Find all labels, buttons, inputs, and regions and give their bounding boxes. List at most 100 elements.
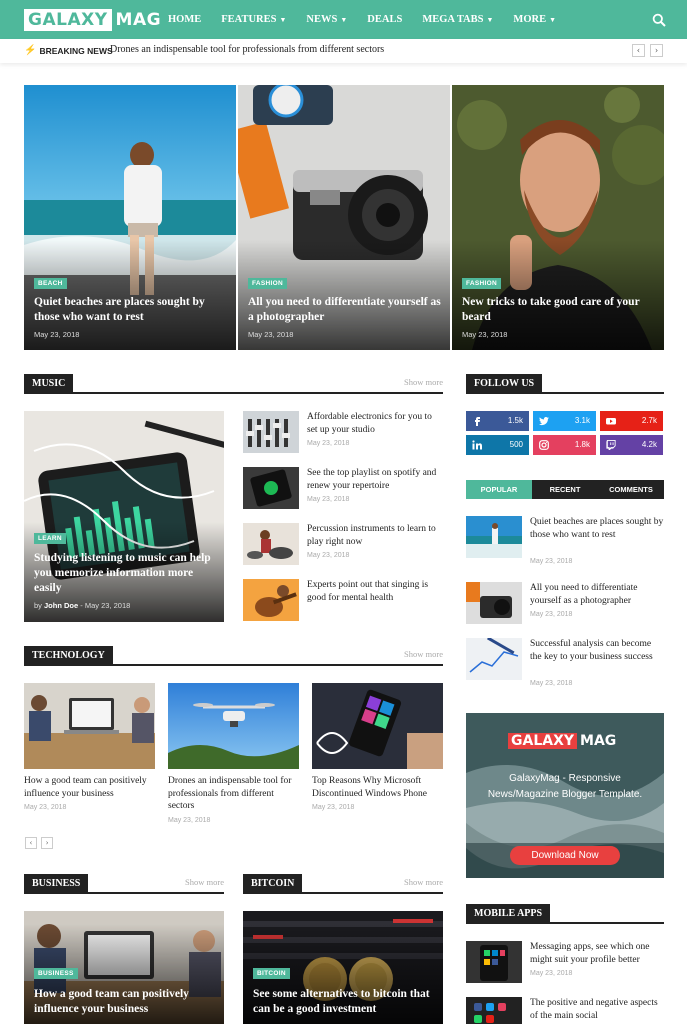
breaking-news-headline[interactable]: Drones an indispensable tool for profess… bbox=[110, 44, 384, 55]
chevron-down-icon: ▼ bbox=[549, 16, 557, 24]
list-item-date: May 23, 2018 bbox=[530, 680, 573, 687]
featured-tag[interactable]: BITCOIN bbox=[253, 968, 290, 979]
logo-part-2: MAG bbox=[115, 10, 162, 30]
tab-recent[interactable]: RECENT bbox=[532, 480, 598, 499]
show-more-link[interactable]: Show more bbox=[404, 377, 443, 387]
chevron-down-icon: ▼ bbox=[279, 16, 287, 24]
show-more-link[interactable]: Show more bbox=[404, 649, 443, 659]
section-title[interactable]: TECHNOLOGY bbox=[24, 646, 113, 666]
list-item-title[interactable]: See the top playlist on spotify and rene… bbox=[307, 467, 443, 492]
section-title: FOLLOW US bbox=[466, 374, 543, 394]
breaking-next-button[interactable]: › bbox=[650, 44, 663, 57]
section-title[interactable]: BUSINESS bbox=[24, 874, 89, 894]
thumbnail-windows-phone bbox=[312, 683, 443, 769]
list-item-title[interactable]: Messaging apps, see which one might suit… bbox=[530, 941, 664, 966]
show-more-link[interactable]: Show more bbox=[404, 877, 443, 887]
thumbnail-team-laptop bbox=[24, 683, 155, 769]
hero-date: May 23, 2018 bbox=[248, 330, 294, 339]
tab-popular[interactable]: POPULAR bbox=[466, 480, 532, 499]
ad-banner[interactable]: GALAXY MAG GalaxyMag - Responsive News/M… bbox=[466, 713, 664, 878]
tech-prev-button[interactable]: ‹ bbox=[25, 837, 37, 849]
nav-item-mega-tabs[interactable]: MEGA TABS ▼ bbox=[412, 0, 503, 39]
list-item-title[interactable]: Affordable electronics for you to set up… bbox=[307, 411, 443, 436]
featured-title[interactable]: See some alternatives to bitcoin that ca… bbox=[253, 987, 433, 1017]
list-item[interactable]: Quiet beaches are places sought by those… bbox=[466, 516, 664, 565]
nav-item-deals[interactable]: DEALS bbox=[357, 0, 412, 39]
section-title[interactable]: BITCOIN bbox=[243, 874, 303, 894]
list-item-title[interactable]: Quiet beaches are places sought by those… bbox=[530, 516, 664, 541]
bolt-icon: ⚡ bbox=[24, 45, 37, 56]
list-item[interactable]: Experts point out that singing is good f… bbox=[243, 579, 443, 623]
hero-card-2[interactable]: FASHION All you need to differentiate yo… bbox=[238, 85, 450, 350]
facebook-icon bbox=[475, 417, 480, 426]
facebook-count: 1.5k bbox=[507, 416, 523, 425]
list-item[interactable]: See the top playlist on spotify and rene… bbox=[243, 467, 443, 511]
list-item[interactable]: Successful analysis can become the key t… bbox=[466, 638, 664, 687]
breaking-prev-button[interactable]: ‹ bbox=[632, 44, 645, 57]
thumbnail-camera bbox=[466, 582, 522, 624]
tech-card[interactable]: Drones an indispensable tool for profess… bbox=[168, 683, 299, 824]
hero-title[interactable]: Quiet beaches are places sought by those… bbox=[34, 295, 229, 325]
business-featured-card[interactable]: BUSINESS How a good team can positively … bbox=[24, 911, 224, 1024]
hero-title[interactable]: All you need to differentiate yourself a… bbox=[248, 295, 443, 325]
bitcoin-featured-card[interactable]: BITCOIN See some alternatives to bitcoin… bbox=[243, 911, 443, 1024]
list-item-title[interactable]: Experts point out that singing is good f… bbox=[307, 579, 443, 604]
instagram-button[interactable]: 1.8k bbox=[533, 435, 596, 455]
featured-title[interactable]: Studying listening to music can help you… bbox=[34, 551, 214, 596]
ad-text: GalaxyMag - Responsive News/Magazine Blo… bbox=[487, 773, 643, 800]
tech-next-button[interactable]: › bbox=[41, 837, 53, 849]
hero-tag[interactable]: FASHION bbox=[248, 278, 287, 289]
site-logo[interactable]: GALAXY MAG bbox=[24, 9, 161, 31]
tech-card[interactable]: How a good team can positively influence… bbox=[24, 683, 155, 811]
hero-tag[interactable]: FASHION bbox=[462, 278, 501, 289]
tech-card-title[interactable]: How a good team can positively influence… bbox=[24, 775, 155, 800]
list-item[interactable]: Messaging apps, see which one might suit… bbox=[466, 941, 664, 985]
logo-part-1: GALAXY bbox=[24, 9, 112, 31]
list-item[interactable]: Percussion instruments to learn to play … bbox=[243, 523, 443, 567]
list-item-title[interactable]: All you need to differentiate yourself a… bbox=[530, 582, 664, 607]
twitch-icon bbox=[606, 440, 616, 450]
twitter-count: 3.1k bbox=[574, 416, 590, 425]
tab-comments[interactable]: COMMENTS bbox=[598, 480, 664, 499]
tech-card-title[interactable]: Top Reasons Why Microsoft Discontinued W… bbox=[312, 775, 443, 800]
nav-item-news[interactable]: NEWS ▼ bbox=[296, 0, 357, 39]
section-title[interactable]: MUSIC bbox=[24, 374, 74, 394]
tech-card[interactable]: Top Reasons Why Microsoft Discontinued W… bbox=[312, 683, 443, 811]
featured-tag[interactable]: BUSINESS bbox=[34, 968, 78, 979]
thumbnail-spotify bbox=[243, 467, 299, 509]
list-item[interactable]: All you need to differentiate yourself a… bbox=[466, 582, 664, 626]
featured-tag[interactable]: LEARN bbox=[34, 533, 66, 544]
popular-tabs: POPULAR RECENT COMMENTS bbox=[466, 480, 664, 499]
linkedin-button[interactable]: 500 bbox=[466, 435, 529, 455]
search-icon[interactable] bbox=[652, 13, 666, 27]
nav-item-home[interactable]: HOME bbox=[158, 0, 211, 39]
hero-card-1[interactable]: BEACH Quiet beaches are places sought by… bbox=[24, 85, 236, 350]
twitch-button[interactable]: 4.2k bbox=[600, 435, 663, 455]
featured-author[interactable]: John Doe bbox=[44, 601, 78, 610]
hero-title[interactable]: New tricks to take good care of your bea… bbox=[462, 295, 657, 325]
list-item[interactable]: The positive and negative aspects of the… bbox=[466, 997, 664, 1024]
list-item-title[interactable]: Successful analysis can become the key t… bbox=[530, 638, 664, 663]
featured-title[interactable]: How a good team can positively influence… bbox=[34, 987, 214, 1017]
twitter-button[interactable]: 3.1k bbox=[533, 411, 596, 431]
hero-tag[interactable]: BEACH bbox=[34, 278, 67, 289]
facebook-button[interactable]: 1.5k bbox=[466, 411, 529, 431]
hero-card-3[interactable]: FASHION New tricks to take good care of … bbox=[452, 85, 664, 350]
list-item-title[interactable]: Percussion instruments to learn to play … bbox=[307, 523, 443, 548]
download-now-button[interactable]: Download Now bbox=[510, 846, 620, 865]
youtube-button[interactable]: 2.7k bbox=[600, 411, 663, 431]
tech-card-title[interactable]: Drones an indispensable tool for profess… bbox=[168, 775, 299, 813]
list-item[interactable]: Affordable electronics for you to set up… bbox=[243, 411, 443, 455]
chevron-down-icon: ▼ bbox=[340, 16, 348, 24]
show-more-link[interactable]: Show more bbox=[185, 877, 224, 887]
twitter-icon bbox=[539, 417, 549, 426]
main-nav: HOME FEATURES ▼ NEWS ▼ DEALS MEGA TABS ▼ MORE ▼ bbox=[158, 0, 566, 39]
list-item-title[interactable]: The positive and negative aspects of the… bbox=[530, 997, 664, 1022]
music-featured-card[interactable]: LEARN Studying listening to music can he… bbox=[24, 411, 224, 622]
nav-item-features[interactable]: FEATURES ▼ bbox=[211, 0, 296, 39]
instagram-icon bbox=[539, 440, 549, 450]
thumbnail-drone bbox=[168, 683, 299, 769]
nav-item-more[interactable]: MORE ▼ bbox=[503, 0, 566, 39]
linkedin-icon bbox=[472, 440, 482, 450]
technology-section-header: TECHNOLOGY Show more bbox=[24, 646, 443, 666]
